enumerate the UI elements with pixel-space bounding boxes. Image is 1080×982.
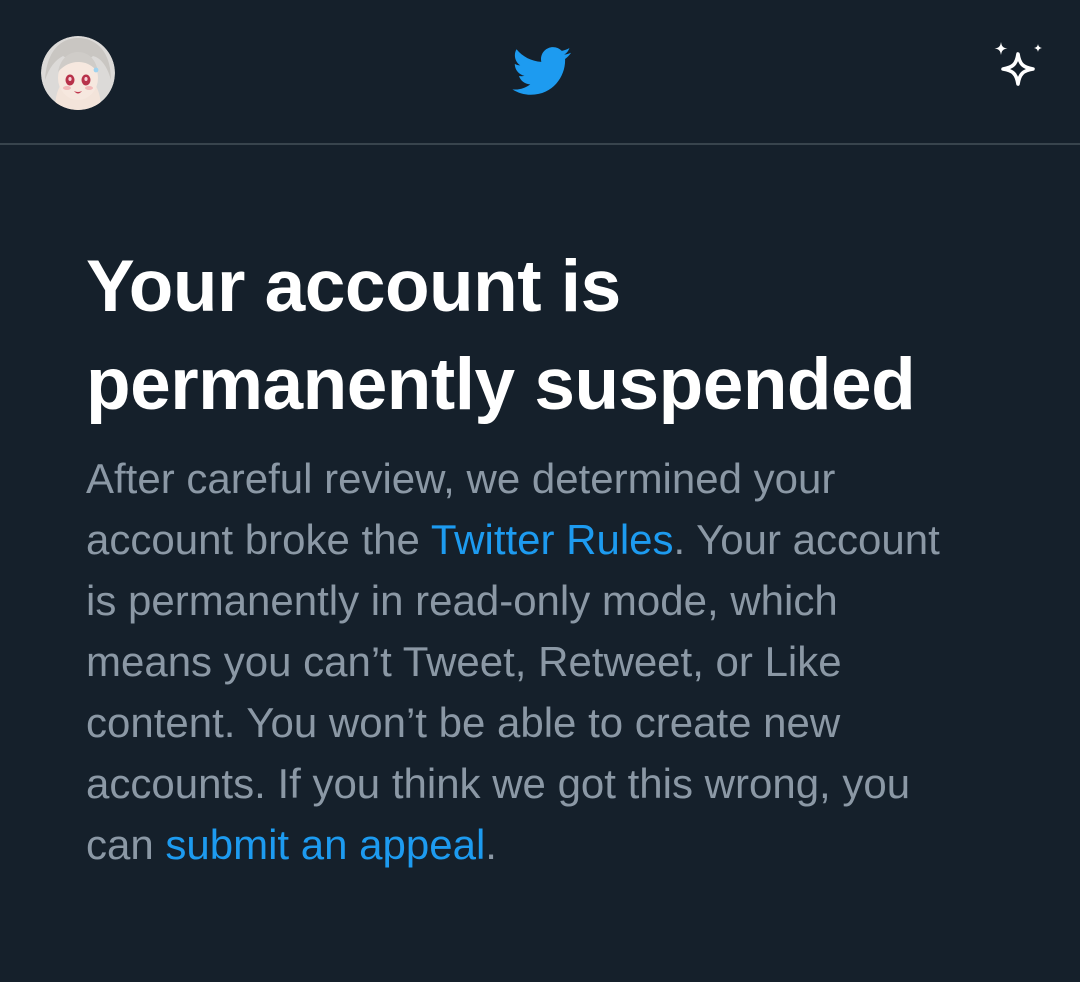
suspension-notice: Your account is permanently suspended Af…: [86, 238, 986, 875]
twitter-rules-link[interactable]: Twitter Rules: [431, 516, 674, 563]
sparkle-icon[interactable]: [989, 40, 1047, 98]
avatar[interactable]: [41, 36, 115, 110]
notice-body: After careful review, we determined your…: [86, 448, 966, 875]
page-title: Your account is permanently suspended: [86, 246, 916, 425]
submit-appeal-link[interactable]: submit an appeal: [165, 821, 485, 868]
top-bar: [0, 0, 1080, 145]
notice-body-text: . Your account is permanently in read-on…: [86, 516, 940, 868]
twitter-bird-icon[interactable]: [510, 45, 572, 97]
notice-body-text: .: [485, 821, 497, 868]
twitter-bird-svg: [512, 47, 572, 95]
avatar-image: [41, 36, 115, 110]
sparkle-svg: [994, 42, 1042, 86]
